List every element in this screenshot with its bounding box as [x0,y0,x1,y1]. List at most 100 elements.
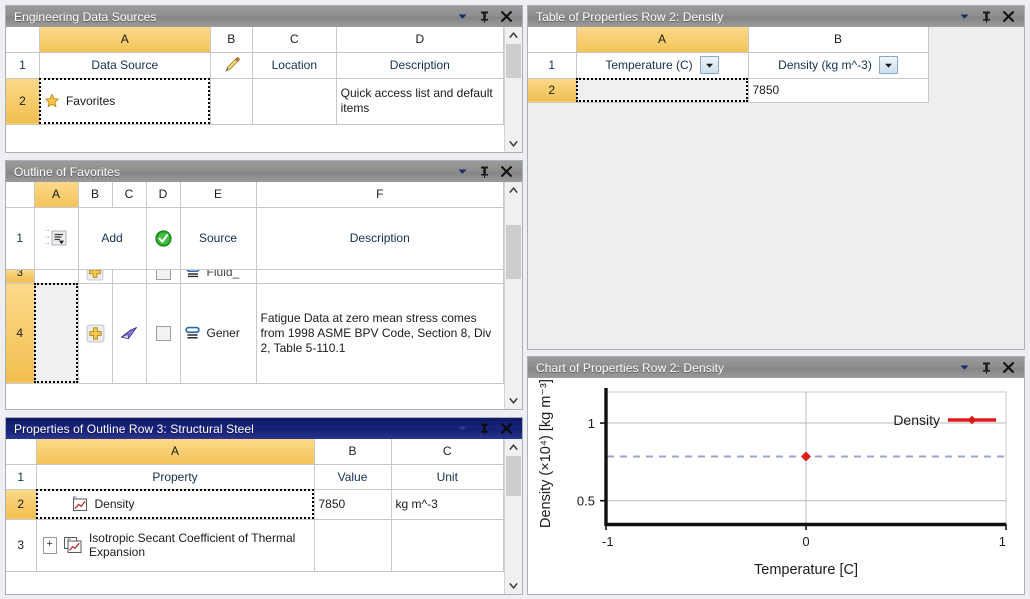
chevron-down-icon[interactable] [456,165,469,179]
scroll-up-arrow[interactable] [505,182,522,199]
titlebar-outline-of-favorites[interactable]: Outline of Favorites [6,161,522,182]
unchecked-checkbox-icon[interactable] [155,269,171,280]
cell-temperature-row2[interactable] [576,78,749,103]
grid-corner[interactable] [6,439,37,465]
cell-unit-thermal[interactable] [391,519,504,572]
header-cell-check[interactable] [146,207,181,270]
header-cell-data-source[interactable]: Data Source [39,52,211,79]
column-header-a[interactable]: A [34,182,79,208]
grid-corner[interactable] [528,27,577,53]
column-header-a[interactable]: A [576,27,749,53]
chevron-down-icon[interactable] [456,422,469,436]
scroll-track[interactable] [505,44,522,135]
header-cell-filter[interactable]: ·· ·· ·· [34,207,79,270]
scroll-thumb[interactable] [506,44,521,78]
column-header-c[interactable]: C [391,439,504,465]
cell-density-row2[interactable]: 7850 [748,78,929,103]
cell-f-row3[interactable] [256,269,504,284]
column-header-c[interactable]: C [112,182,147,208]
header-cell-value[interactable]: Value [314,464,392,490]
titlebar-engineering-data-sources[interactable]: Engineering Data Sources [6,6,522,27]
header-cell-density[interactable]: Density (kg m^-3) [748,52,929,79]
header-cell-pencil[interactable] [210,52,253,79]
pin-icon[interactable] [478,165,491,179]
close-icon[interactable] [1002,10,1015,24]
expander-plus-icon[interactable]: + [42,536,57,554]
purple-book-icon[interactable] [119,324,139,342]
header-cell-description[interactable]: Description [256,207,504,270]
pin-icon[interactable] [478,10,491,24]
row-header-1[interactable]: 1 [6,52,40,79]
scroll-thumb[interactable] [506,456,521,496]
cell-c-row3[interactable] [112,269,147,284]
row-header-2[interactable]: 2 [6,489,37,520]
row-header-2[interactable]: 2 [528,78,577,103]
cell-f-row4[interactable]: Fatigue Data at zero mean stress comes f… [256,283,504,384]
column-header-c[interactable]: C [252,27,337,53]
titlebar-properties-of-outline[interactable]: Properties of Outline Row 3: Structural … [6,418,522,439]
cell-b-row3[interactable] [78,269,113,284]
header-cell-add[interactable]: Add [78,207,147,270]
cell-value-density[interactable]: 7850 [314,489,392,520]
cell-a-row3[interactable] [34,269,79,284]
close-icon[interactable] [500,165,513,179]
grid-engineering-data-sources[interactable]: A B C D 1 Data Source Location Descripti… [6,27,504,152]
vertical-scrollbar-outline[interactable] [504,182,522,409]
cell-e-row4[interactable]: Gener [180,283,257,384]
pin-icon[interactable] [980,361,993,375]
header-cell-description[interactable]: Description [336,52,504,79]
cell-unit-density[interactable]: kg m^-3 [391,489,504,520]
scroll-up-arrow[interactable] [505,27,522,44]
column-header-b[interactable]: B [314,439,392,465]
scroll-track[interactable] [505,199,522,392]
column-header-b[interactable]: B [78,182,113,208]
column-header-d[interactable]: D [336,27,504,53]
column-header-a[interactable]: A [39,27,211,53]
row-header-4[interactable]: 4 [6,283,35,384]
scroll-down-arrow[interactable] [505,392,522,409]
pin-icon[interactable] [478,422,491,436]
grid-properties-of-outline[interactable]: A B C 1 Property Value Unit 2 Density 78… [6,439,504,594]
grid-corner[interactable] [6,182,35,208]
cell-d-row3[interactable] [146,269,181,284]
header-cell-property[interactable]: Property [36,464,315,490]
column-header-d[interactable]: D [146,182,181,208]
column-header-e[interactable]: E [180,182,257,208]
cell-c-row4[interactable] [112,283,147,384]
scroll-up-arrow[interactable] [505,439,522,456]
chart-density-vs-temperature[interactable]: 0.5 1 -1 0 1 Density Temperature [C] Density… [528,378,1024,594]
row-header-1[interactable]: 1 [6,207,35,270]
row-header-1[interactable]: 1 [6,464,37,490]
scroll-down-arrow[interactable] [505,135,522,152]
cell-description-row2[interactable]: Quick access list and default items [336,78,504,125]
cell-e-row3[interactable]: Fluid_ [180,269,257,284]
column-header-a[interactable]: A [36,439,315,465]
row-header-1[interactable]: 1 [528,52,577,79]
column-header-b[interactable]: B [210,27,253,53]
chevron-down-icon[interactable] [878,56,898,74]
scroll-thumb[interactable] [506,225,521,279]
cell-b-row2[interactable] [210,78,253,125]
cell-a-row4[interactable] [34,283,79,384]
row-header-3[interactable]: 3 [6,519,37,572]
yellow-plus-icon[interactable] [86,324,105,343]
cell-location-row2[interactable] [252,78,337,125]
vertical-scrollbar-eds[interactable] [504,27,522,152]
scroll-down-arrow[interactable] [505,577,522,594]
header-cell-location[interactable]: Location [252,52,337,79]
row-header-2[interactable]: 2 [6,78,40,125]
column-header-f[interactable]: F [256,182,504,208]
cell-data-source-favorites[interactable]: Favorites [39,78,211,125]
unchecked-checkbox-icon[interactable] [155,325,171,341]
cell-b-row4[interactable] [78,283,113,384]
grid-table-of-properties[interactable]: A B 1 Temperature (C) Density (kg m^-3) … [528,27,1024,103]
pin-icon[interactable] [980,10,993,24]
chevron-down-icon[interactable] [699,56,719,74]
vertical-scrollbar-properties[interactable] [504,439,522,594]
cell-value-thermal[interactable] [314,519,392,572]
chevron-down-icon[interactable] [456,10,469,24]
header-cell-source[interactable]: Source [180,207,257,270]
chevron-down-icon[interactable] [958,361,971,375]
chevron-down-icon[interactable] [958,10,971,24]
header-cell-temperature[interactable]: Temperature (C) [576,52,749,79]
